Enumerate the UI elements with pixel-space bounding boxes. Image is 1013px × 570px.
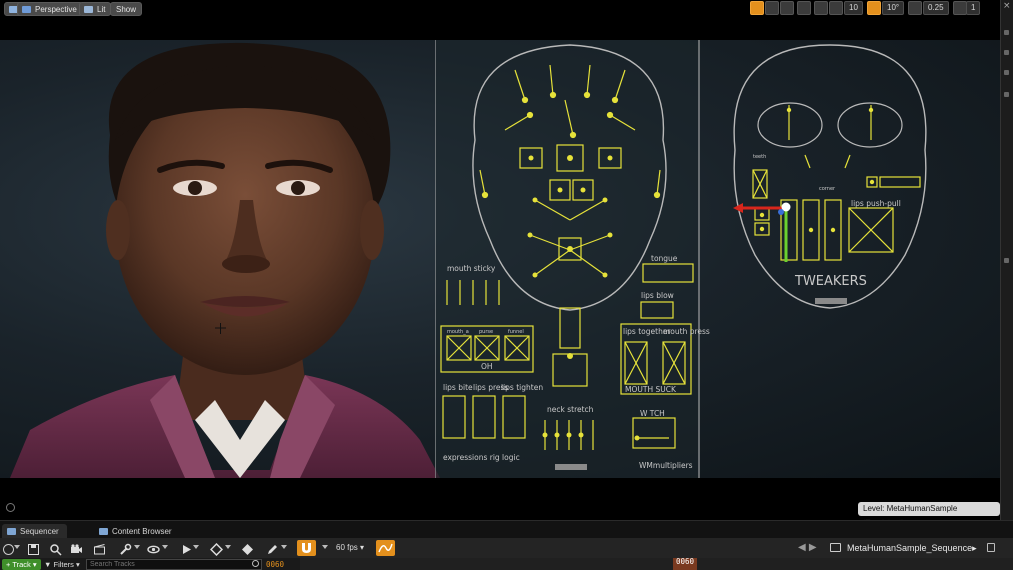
sequencer-icon xyxy=(7,528,16,535)
close-icon[interactable]: × xyxy=(1003,2,1011,11)
label-funnel: funnel xyxy=(508,329,524,335)
tab-sequencer[interactable]: Sequencer xyxy=(2,524,67,539)
wrench-icon[interactable] xyxy=(119,541,132,555)
unreal-editor: ​ Perspective Lit Show 10 10° 0.25 1 xyxy=(0,0,1013,570)
search-icon[interactable] xyxy=(49,541,62,556)
curve-icon xyxy=(378,543,393,553)
curve-editor-button[interactable] xyxy=(376,540,395,556)
save-icon[interactable] xyxy=(27,541,40,555)
level-badge: Level: MetaHumanSample (Persistent) xyxy=(858,502,1000,520)
panel-marker-icon xyxy=(1004,258,1009,263)
search-icon xyxy=(252,560,259,567)
play-icon[interactable] xyxy=(180,541,193,554)
folder-icon[interactable] xyxy=(830,543,841,552)
help-icon[interactable] xyxy=(6,503,15,512)
current-frame-field[interactable]: 0060 xyxy=(266,559,284,570)
add-track-button[interactable]: + Track ▾ xyxy=(2,559,41,570)
lock-icon[interactable] xyxy=(987,543,995,552)
camera-icon xyxy=(22,6,31,13)
panel-marker-icon xyxy=(1004,92,1009,97)
label-lips-blow: lips blow xyxy=(641,291,674,300)
bottom-tab-bar: Sequencer Content Browser xyxy=(0,520,1013,539)
camera-speed-icon[interactable] xyxy=(953,1,967,15)
label-lips-bite: lips bite xyxy=(443,383,473,392)
rotate-tool-icon[interactable] xyxy=(765,1,779,15)
label-mouth-press: mouth press xyxy=(663,327,710,336)
timeline-ruler[interactable]: 0060 xyxy=(300,558,1013,570)
content-browser-icon xyxy=(99,528,108,535)
label-teeth: teeth xyxy=(753,154,766,160)
grid-snap-value[interactable]: 10 xyxy=(844,1,863,15)
rotation-snap-icon[interactable] xyxy=(867,1,881,15)
show-button[interactable]: Show xyxy=(110,2,143,16)
translate-tool-icon[interactable] xyxy=(750,1,764,15)
viewport-scene[interactable]: mouth sticky mouth_a purse funnel OH lip… xyxy=(0,40,1000,478)
label-oh: OH xyxy=(481,362,493,371)
label-w-tch: W TCH xyxy=(640,409,665,418)
keyframe-icon[interactable] xyxy=(209,541,224,557)
label-mouth-a: mouth_a xyxy=(447,329,469,335)
scale-snap-icon[interactable] xyxy=(908,1,922,15)
snap-toggle-button[interactable] xyxy=(297,540,316,556)
label-tweakers: TWEAKERS xyxy=(794,274,867,289)
render-movie-icon[interactable] xyxy=(93,541,106,555)
world-local-icon[interactable] xyxy=(797,1,811,15)
scale-tool-icon[interactable] xyxy=(780,1,794,15)
magnet-icon xyxy=(302,543,311,553)
viewport-footer xyxy=(0,478,1000,520)
sequence-name[interactable]: MetaHumanSample_Sequence▸ xyxy=(847,542,977,554)
filters-button[interactable]: ▼ Filters ▾ xyxy=(44,559,80,570)
chevron-down-icon[interactable] xyxy=(162,545,168,549)
label-lips-tighten: lips tighten xyxy=(501,383,543,392)
frame-rate-button[interactable]: 60 fps ▾ xyxy=(336,542,364,554)
label-mouth-suck: MOUTH SUCK xyxy=(625,385,677,394)
label-mouth-sticky: mouth sticky xyxy=(447,264,496,273)
surface-snap-icon[interactable] xyxy=(814,1,828,15)
rig-board-drawing: mouth sticky mouth_a purse funnel OH lip… xyxy=(434,40,927,478)
playhead[interactable]: 0060 xyxy=(673,558,698,570)
label-neck-stretch: neck stretch xyxy=(547,405,594,414)
perspective-button[interactable]: Perspective xyxy=(17,2,83,16)
label-corner: corner xyxy=(819,186,836,192)
camera-speed-value[interactable]: 1 xyxy=(966,1,981,15)
label-expressions-rig-logic: expressions rig logic xyxy=(443,453,520,462)
sequencer-toolbar: 60 fps ▾ ◀ ▶ MetaHumanSample_Sequence▸ xyxy=(0,538,1013,558)
metahuman-character[interactable] xyxy=(0,40,440,478)
chevron-down-icon[interactable] xyxy=(134,545,140,549)
label-lips-push-pull: lips push-pull xyxy=(851,199,901,208)
label-wm-multipliers: WMmultipliers xyxy=(639,461,693,470)
panel-marker-icon xyxy=(1004,50,1009,55)
label-purse: purse xyxy=(479,329,493,335)
label-tongue: tongue xyxy=(651,254,678,263)
chevron-down-icon[interactable] xyxy=(225,545,231,549)
eye-icon[interactable] xyxy=(147,541,160,554)
panel-marker-icon xyxy=(1004,70,1009,75)
key-edit-icon[interactable] xyxy=(241,541,254,555)
camera-icon[interactable] xyxy=(70,541,83,554)
back-forward-arrows[interactable]: ◀ ▶ xyxy=(798,542,817,554)
chevron-down-icon[interactable] xyxy=(14,545,20,549)
panel-marker-icon xyxy=(1004,30,1009,35)
pencil-icon[interactable] xyxy=(266,541,279,554)
level-viewport[interactable]: ​ Perspective Lit Show 10 10° 0.25 1 xyxy=(0,0,1000,520)
scale-snap-value[interactable]: 0.25 xyxy=(923,1,949,15)
lit-button[interactable]: Lit xyxy=(79,2,112,16)
details-panel-edge[interactable]: × xyxy=(1000,0,1013,520)
sun-icon xyxy=(84,6,93,13)
tab-content-browser[interactable]: Content Browser xyxy=(94,524,180,539)
face-control-rig-board[interactable]: mouth sticky mouth_a purse funnel OH lip… xyxy=(434,40,1000,478)
sequencer-track-row: + Track ▾ ▼ Filters ▾ 0060 0060 xyxy=(0,558,1013,570)
grid-snap-icon[interactable] xyxy=(829,1,843,15)
chevron-down-icon[interactable] xyxy=(193,545,199,549)
character-render xyxy=(10,42,440,478)
search-tracks-input[interactable] xyxy=(86,559,262,570)
chevron-down-icon[interactable] xyxy=(322,545,328,549)
rotation-snap-value[interactable]: 10° xyxy=(882,1,905,15)
chevron-down-icon[interactable] xyxy=(281,545,287,549)
